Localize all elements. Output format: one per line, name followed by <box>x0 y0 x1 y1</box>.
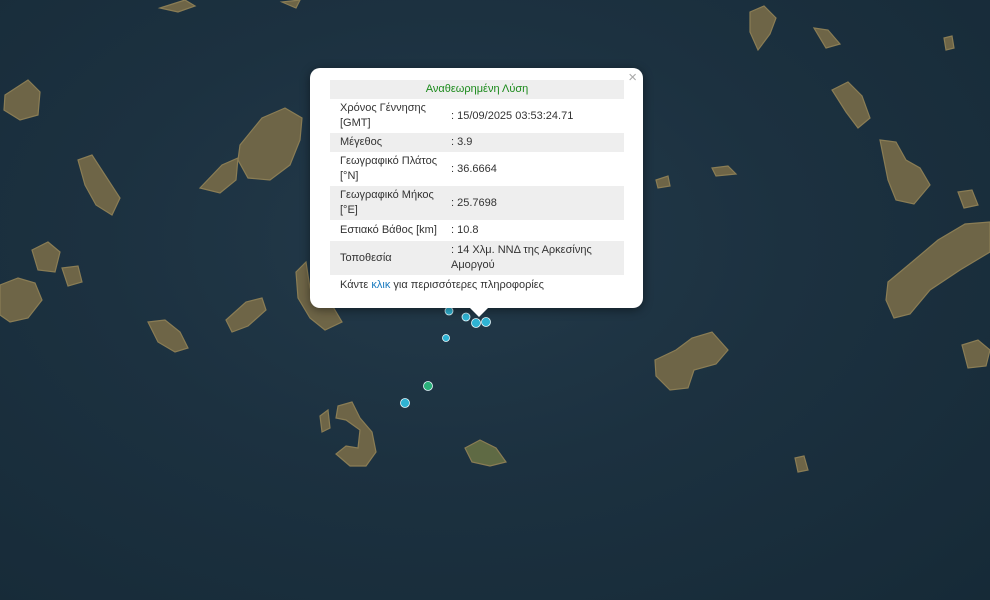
island-left-long <box>77 154 121 216</box>
island-small-center <box>198 157 239 194</box>
island-left-small <box>61 265 83 287</box>
quake-marker[interactable] <box>444 306 454 316</box>
island-santorini-west <box>319 408 331 433</box>
island-tiny-3 <box>655 175 671 189</box>
row-label: Τοποθεσία <box>340 251 392 264</box>
earthquake-info-popup: × Αναθεωρημένη Λύση Χρόνος Γέννησης [GMT… <box>310 68 643 317</box>
quake-marker[interactable] <box>423 381 433 391</box>
row-magnitude: Μέγεθος : 3.9 <box>330 133 624 152</box>
row-value: : 15/09/2025 03:53:24.71 <box>451 109 574 122</box>
quake-marker[interactable] <box>481 317 491 327</box>
row-value: : 3.9 <box>451 136 473 148</box>
island-top-left <box>157 0 197 13</box>
row-label: Χρόνος Γέννησης [GMT] <box>340 102 426 129</box>
row-latitude: Γεωγραφικό Πλάτος [°N] : 36.6664 <box>330 152 624 186</box>
popup-title: Αναθεωρημένη Λύση <box>330 80 624 99</box>
row-origin-time: Χρόνος Γέννησης [GMT] : 15/09/2025 03:53… <box>330 99 624 133</box>
island-top-right-small <box>812 27 842 49</box>
more-info-link[interactable]: κλικ <box>371 279 390 291</box>
island-large-center <box>237 107 303 181</box>
island-right-top-1 <box>831 81 871 129</box>
row-label: Γεωγραφικό Πλάτος [°N] <box>340 155 438 182</box>
row-value: : 14 Χλμ. ΝΝΔ της Αρκεσίνης Αμοργού <box>451 244 592 271</box>
popup-pointer <box>470 308 488 317</box>
island-ios-area-1 <box>147 319 189 353</box>
island-right-large <box>654 331 729 391</box>
row-label: Μέγεθος <box>340 136 383 148</box>
row-value: : 36.6664 <box>451 162 497 175</box>
quake-marker[interactable] <box>400 398 410 408</box>
quake-details-table: Αναθεωρημένη Λύση Χρόνος Γέννησης [GMT] … <box>330 80 624 295</box>
quake-markers <box>400 306 491 408</box>
island-anafi <box>464 439 508 467</box>
quake-marker[interactable] <box>461 312 471 322</box>
close-icon[interactable]: × <box>628 70 637 86</box>
island-right-mid-small <box>957 189 979 209</box>
quake-marker[interactable] <box>442 334 450 342</box>
footer-text-post: για περισσότερες πληροφορίες <box>390 279 544 291</box>
island-right-top-2 <box>879 139 931 205</box>
row-value: : 25.7698 <box>451 196 497 209</box>
row-label: Εστιακό Βάθος [km] <box>340 224 437 236</box>
island-left-mid <box>31 241 61 273</box>
row-label: Γεωγραφικό Μήκος [°E] <box>340 189 434 216</box>
island-right-edge-bottom <box>961 339 990 369</box>
island-amorgos <box>885 221 990 319</box>
row-location: Τοποθεσία : 14 Χλμ. ΝΝΔ της Αρκεσίνης Αμ… <box>330 241 624 275</box>
island-tiny-2 <box>711 165 738 177</box>
row-depth: Εστιακό Βάθος [km] : 10.8 <box>330 220 624 241</box>
row-longitude: Γεωγραφικό Μήκος [°E] : 25.7698 <box>330 186 624 220</box>
island-top-right <box>749 5 777 52</box>
quake-marker[interactable] <box>471 318 481 328</box>
popup-footer: Κάντε κλικ για περισσότερες πληροφορίες <box>330 275 624 295</box>
island-tiny-1 <box>794 455 809 473</box>
island-left-large <box>0 277 43 323</box>
island-top-right-edge <box>943 35 955 51</box>
island-left-edge <box>3 79 41 121</box>
island-santorini <box>335 401 377 467</box>
row-value: : 10.8 <box>451 224 479 236</box>
island-top-center <box>279 0 301 9</box>
footer-text-pre: Κάντε <box>340 279 372 291</box>
satellite-map[interactable]: × Αναθεωρημένη Λύση Χρόνος Γέννησης [GMT… <box>0 0 990 600</box>
island-ios-area-2 <box>225 297 267 333</box>
